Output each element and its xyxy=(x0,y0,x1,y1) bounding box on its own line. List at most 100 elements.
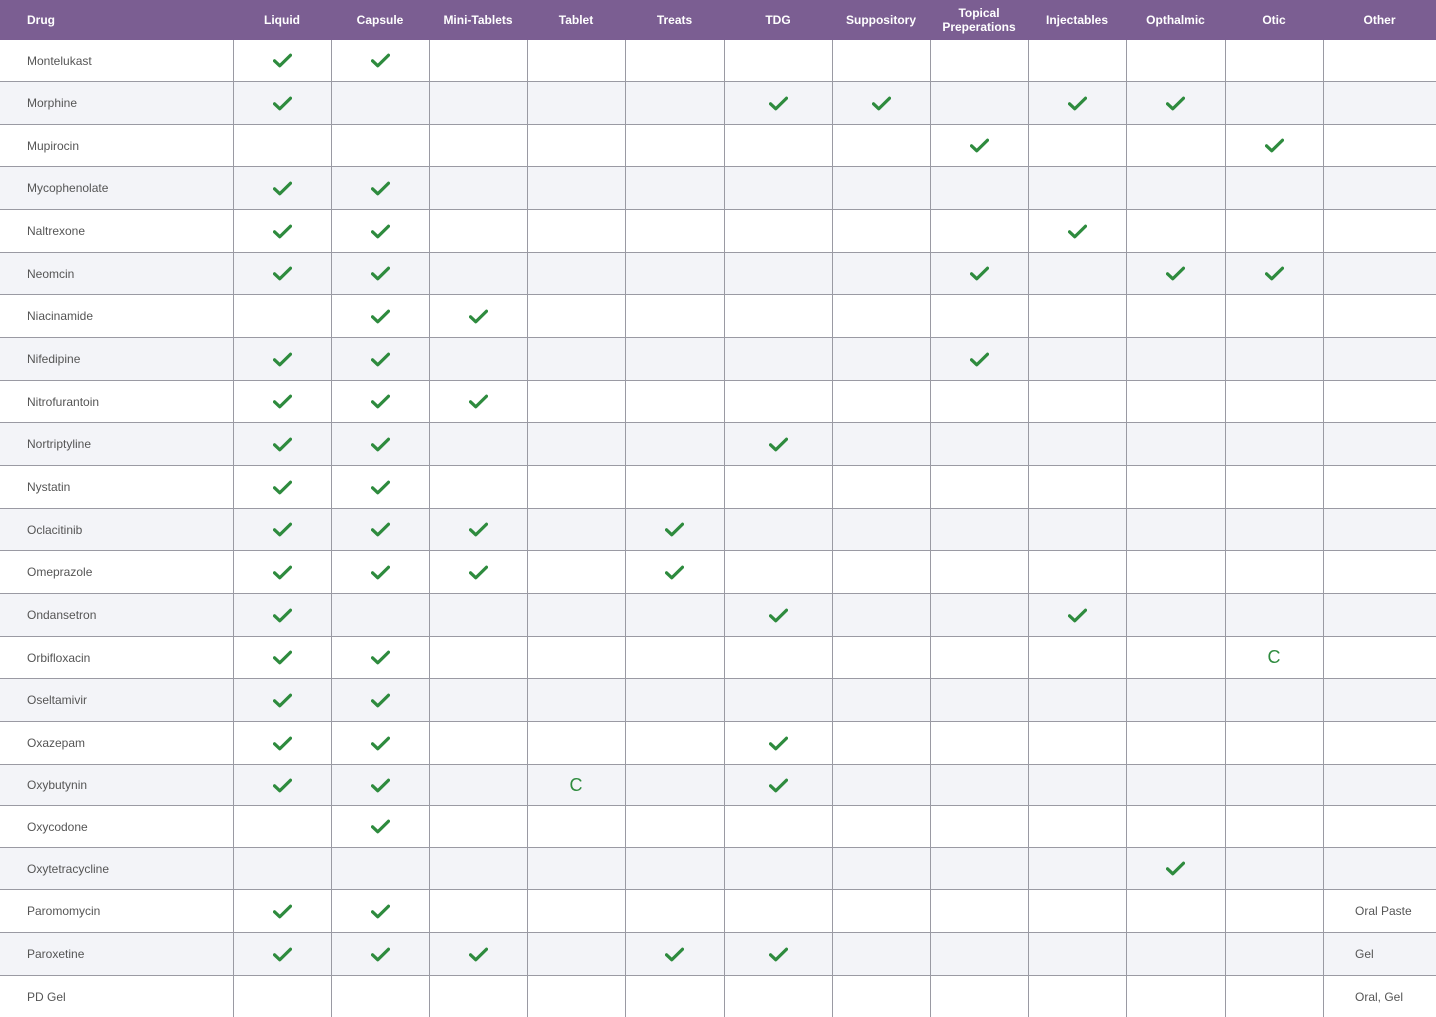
column-divider xyxy=(429,40,430,1017)
check-icon xyxy=(429,509,527,550)
check-icon xyxy=(331,295,429,337)
table-row: Paromomycin Oral Paste xyxy=(0,890,1436,933)
table-row: Paroxetine Gel xyxy=(0,933,1436,976)
column-divider xyxy=(1028,40,1029,1017)
check-icon xyxy=(625,551,724,593)
column-header-capsule: Capsule xyxy=(356,13,404,27)
drug-name: Neomcin xyxy=(27,266,75,281)
check-icon xyxy=(1225,125,1323,166)
table-row: PD Gel Oral, Gel xyxy=(0,976,1436,1017)
availability-table: Drug Liquid Capsule Mini-Tablets Tablet Treat… xyxy=(0,0,1436,1017)
drug-name: Nortriptyline xyxy=(27,437,92,451)
column-header-liquid: Liquid xyxy=(264,13,300,27)
column-header-tablet: Tablet xyxy=(558,13,594,27)
column-header-drug: Drug xyxy=(27,13,55,27)
check-icon xyxy=(625,509,724,550)
other-form: Gel xyxy=(1355,947,1374,961)
check-icon xyxy=(331,338,429,380)
check-icon xyxy=(233,40,331,81)
table-row: Oclacitinib xyxy=(0,509,1436,551)
table-row: Oxytetracycline xyxy=(0,848,1436,890)
check-icon xyxy=(724,594,832,636)
check-icon xyxy=(724,82,832,124)
drug-name: Mupirocin xyxy=(27,138,80,153)
check-icon xyxy=(429,295,527,337)
check-icon xyxy=(724,933,832,975)
check-icon xyxy=(331,253,429,294)
drug-name: Naltrexone xyxy=(27,224,86,238)
check-icon xyxy=(1225,253,1323,294)
check-icon xyxy=(331,40,429,81)
check-icon xyxy=(625,933,724,975)
check-icon xyxy=(832,82,930,124)
table-row: Omeprazole xyxy=(0,551,1436,594)
check-icon xyxy=(233,253,331,294)
table-header: Drug Liquid Capsule Mini-Tablets Tablet Treat… xyxy=(0,0,1436,40)
column-divider xyxy=(233,40,234,1017)
drug-name: Omeprazole xyxy=(27,565,93,579)
table-row: Mycophenolate xyxy=(0,167,1436,210)
check-icon xyxy=(930,338,1028,380)
check-icon xyxy=(724,765,832,805)
check-icon xyxy=(233,551,331,593)
check-icon xyxy=(233,167,331,209)
check-icon xyxy=(331,210,429,252)
column-header-injectables: Injectables xyxy=(1045,13,1109,27)
check-icon xyxy=(233,509,331,550)
column-divider xyxy=(1126,40,1127,1017)
check-icon xyxy=(233,381,331,422)
table-row: Nitrofurantoin xyxy=(0,381,1436,423)
drug-name: Orbifloxacin xyxy=(27,650,91,665)
drug-name: Montelukast xyxy=(27,53,92,68)
table-row: Morphine xyxy=(0,82,1436,125)
column-divider xyxy=(930,40,931,1017)
column-header-mini-tablets: Mini-Tablets xyxy=(443,13,513,27)
check-icon xyxy=(233,679,331,721)
drug-name: Paroxetine xyxy=(27,947,85,961)
drug-name: Nifedipine xyxy=(27,352,81,366)
check-icon xyxy=(233,594,331,636)
check-icon xyxy=(930,253,1028,294)
column-header-topical-preperations: Topical Preperations xyxy=(942,6,1016,34)
check-icon xyxy=(331,637,429,678)
check-icon xyxy=(1126,82,1225,124)
column-header-otic: Otic xyxy=(1262,13,1286,27)
table-row: Oxazepam xyxy=(0,722,1436,765)
table-row: Oseltamivir xyxy=(0,679,1436,722)
check-icon xyxy=(1028,82,1126,124)
table-row: Oxycodone xyxy=(0,806,1436,848)
column-divider xyxy=(832,40,833,1017)
check-icon xyxy=(331,423,429,465)
drug-name: Morphine xyxy=(27,96,78,110)
check-icon xyxy=(429,551,527,593)
column-header-suppository: Suppository xyxy=(845,13,916,27)
drug-name: Oxycodone xyxy=(27,819,88,834)
check-icon xyxy=(331,466,429,508)
check-icon xyxy=(331,890,429,932)
check-icon xyxy=(233,423,331,465)
check-icon xyxy=(331,722,429,764)
check-icon xyxy=(1126,848,1225,889)
column-header-treats: Treats xyxy=(656,13,693,27)
drug-name: Niacinamide xyxy=(27,309,94,323)
table-row: Montelukast xyxy=(0,40,1436,82)
check-icon xyxy=(429,933,527,975)
check-icon xyxy=(331,806,429,847)
table-row: Naltrexone xyxy=(0,210,1436,253)
other-form: Oral, Gel xyxy=(1355,989,1404,1004)
drug-name: Oxazepam xyxy=(27,736,86,750)
table-row: Nortriptyline xyxy=(0,423,1436,466)
check-icon xyxy=(233,466,331,508)
check-icon xyxy=(233,890,331,932)
check-icon xyxy=(1126,253,1225,294)
column-header-opthalmic: Opthalmic xyxy=(1146,13,1205,27)
mark-label: C xyxy=(569,774,583,795)
drug-name: Nystatin xyxy=(27,480,71,494)
check-icon xyxy=(233,637,331,678)
check-icon xyxy=(1028,210,1126,252)
check-icon xyxy=(233,722,331,764)
table-row: Niacinamide xyxy=(0,295,1436,338)
table-row: Mupirocin xyxy=(0,125,1436,167)
column-divider xyxy=(1225,40,1226,1017)
drug-name: Nitrofurantoin xyxy=(27,394,100,409)
